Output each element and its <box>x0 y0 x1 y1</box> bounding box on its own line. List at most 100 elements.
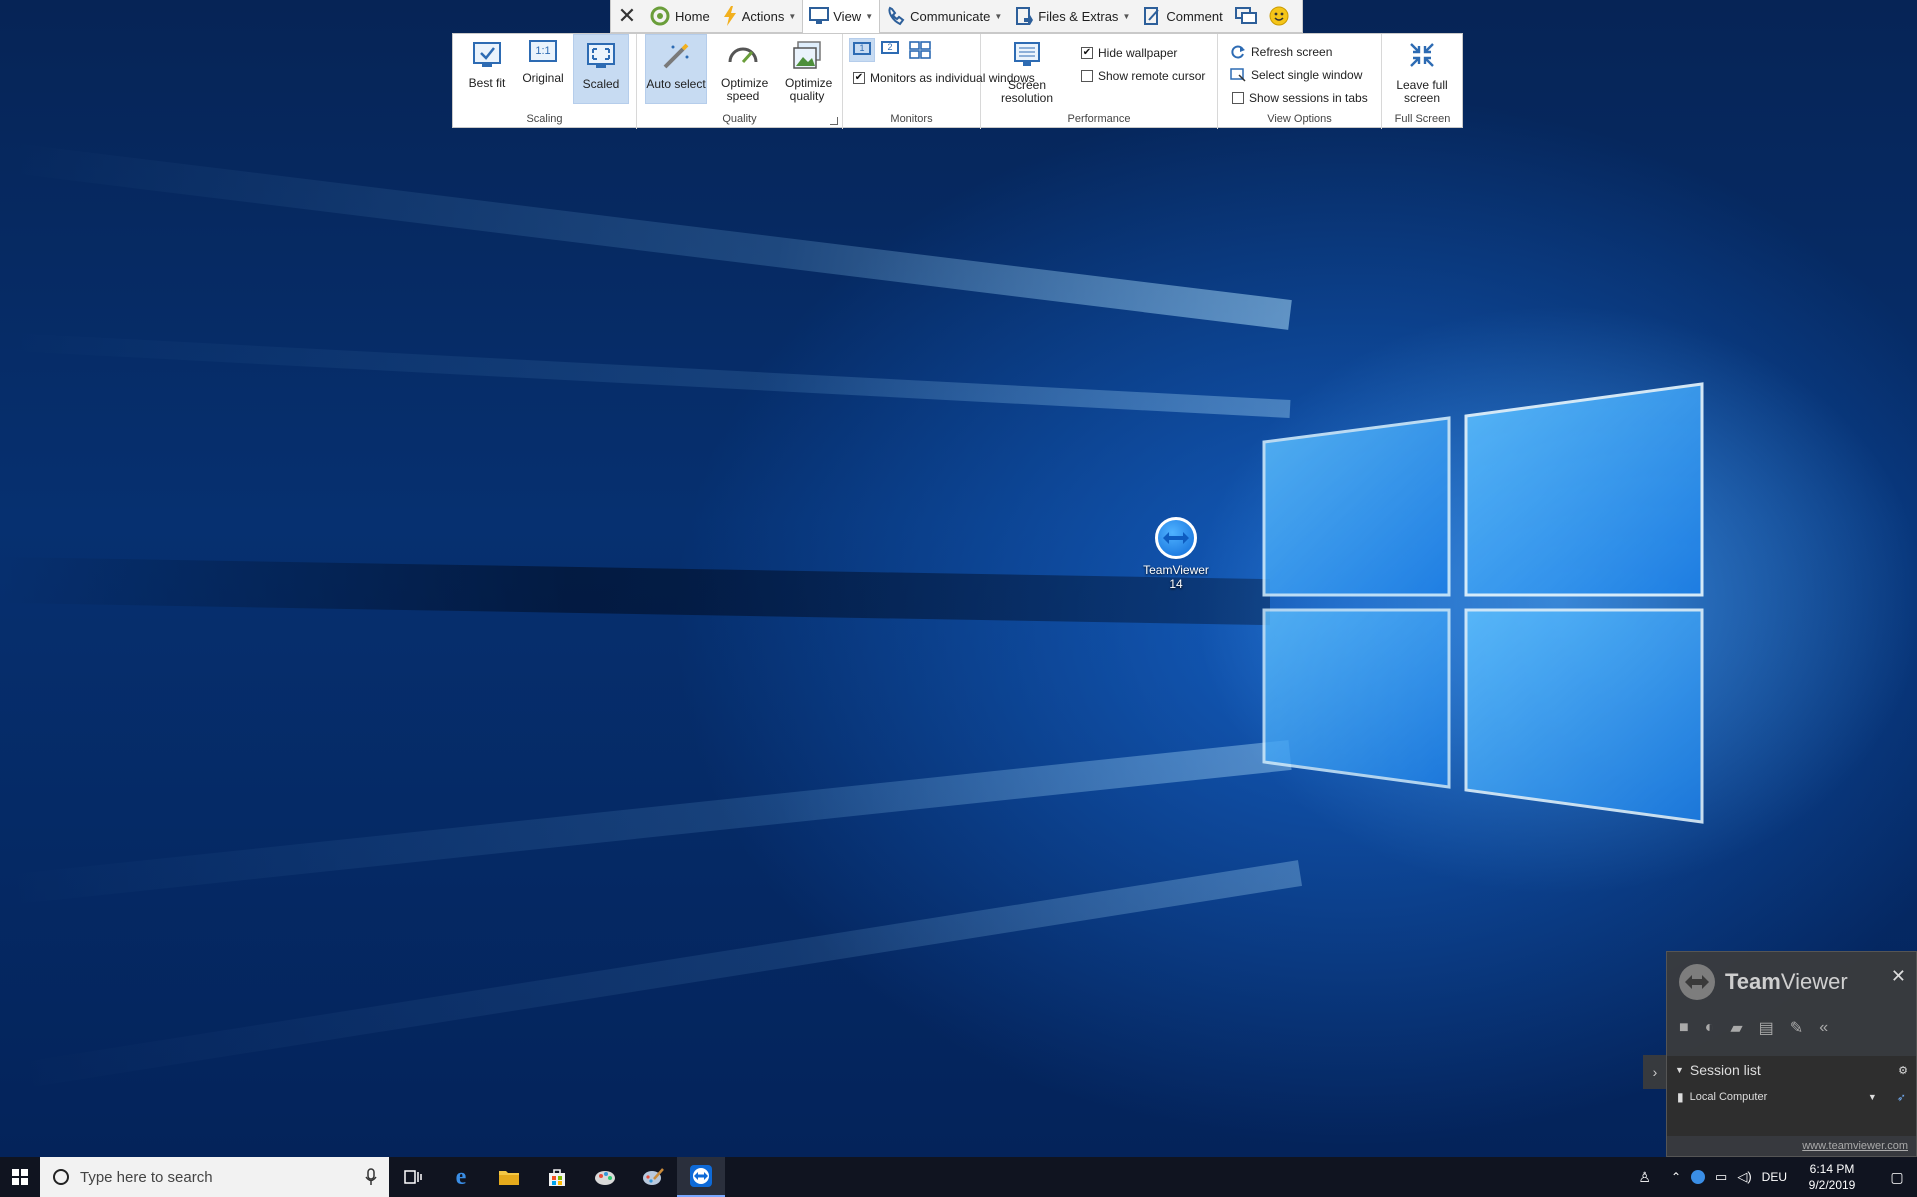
session-item-local-computer[interactable]: ▮ Local Computer ▼ ➶ <box>1667 1084 1916 1110</box>
chevron-down-icon[interactable]: ▼ <box>1868 1092 1877 1102</box>
panel-expand-handle[interactable]: › <box>1643 1055 1667 1089</box>
file-box-icon[interactable]: ▤ <box>1759 1018 1774 1038</box>
home-icon <box>650 6 670 26</box>
headset-icon[interactable]: ◐ <box>1705 1019 1715 1037</box>
microphone-icon[interactable] <box>365 1168 377 1186</box>
taskbar-store-button[interactable] <box>533 1157 581 1197</box>
taskbar-paint-button[interactable] <box>629 1157 677 1197</box>
clock-time: 6:14 PM <box>1809 1162 1855 1176</box>
tab-comment-label: Comment <box>1166 8 1223 24</box>
paint-palette-icon <box>643 1168 664 1185</box>
tab-communicate-label: Communicate <box>910 8 991 24</box>
light-beam <box>1 332 1291 418</box>
light-beam <box>13 860 1303 1090</box>
auto-select-label: Auto select <box>646 77 706 91</box>
session-list-header[interactable]: ▼ Session list ⚙ <box>1667 1056 1916 1084</box>
teamviewer-website-link[interactable]: www.teamviewer.com <box>1802 1140 1908 1152</box>
task-view-button[interactable] <box>389 1157 437 1197</box>
view-options-group: Refresh screen Select single window Show… <box>1218 34 1382 129</box>
select-single-window-button[interactable]: Select single window <box>1230 67 1362 83</box>
session-list-label: Session list <box>1689 1062 1761 1078</box>
people-icon[interactable]: ♙ <box>1638 1169 1651 1186</box>
checkbox-checked: ✔ <box>853 72 865 84</box>
optimize-quality-button[interactable]: Optimize quality <box>777 40 837 104</box>
teamviewer-logo-icon <box>1679 964 1715 1000</box>
monitor-icon <box>809 7 830 24</box>
taskbar-search-box[interactable]: Type here to search <box>40 1157 389 1197</box>
leave-full-screen-button[interactable]: Leave full screen <box>1388 40 1456 105</box>
original-button[interactable]: 1:1 Original <box>517 40 569 104</box>
feedback-button[interactable] <box>1263 0 1295 33</box>
input-language-indicator[interactable]: DEU <box>1762 1170 1787 1184</box>
speedometer-icon <box>728 47 758 64</box>
cursor-icon[interactable]: ➶ <box>1897 1091 1906 1104</box>
monitors-group-label: Monitors <box>890 113 933 125</box>
switch-sides-button[interactable] <box>1229 0 1263 33</box>
tab-files-extras[interactable]: Files & Extras ▼ <box>1008 0 1136 33</box>
teamviewer-icon <box>1155 517 1197 559</box>
show-sessions-in-tabs-label: Show sessions in tabs <box>1249 91 1368 105</box>
auto-select-button[interactable]: Auto select <box>645 34 707 104</box>
optimize-speed-button[interactable]: Optimize speed <box>713 40 773 104</box>
network-icon[interactable]: ▭ <box>1715 1169 1727 1185</box>
chevron-up-icon[interactable]: ⌃ <box>1671 1170 1681 1184</box>
monitor-2-button[interactable]: 2 <box>877 38 903 62</box>
all-monitors-button[interactable] <box>907 38 933 62</box>
collapse-left-icon[interactable]: « <box>1819 1019 1828 1037</box>
scaled-icon <box>587 43 615 68</box>
optimize-speed-label: Optimize speed <box>721 76 769 103</box>
monitor-2-icon: 2 <box>881 41 899 54</box>
windows-logo-wallpaper <box>1262 382 1704 824</box>
close-session-button[interactable]: ✕ <box>611 0 643 33</box>
comment-icon <box>1144 7 1160 25</box>
taskbar-teamviewer-button[interactable] <box>677 1157 725 1197</box>
video-icon[interactable]: ■ <box>1679 1019 1689 1037</box>
taskbar-file-explorer-button[interactable] <box>485 1157 533 1197</box>
desktop-icon-teamviewer[interactable]: TeamViewer 14 <box>1136 517 1216 591</box>
full-screen-group: Leave full screen Full Screen <box>1382 34 1463 129</box>
chevron-right-icon: › <box>1652 1064 1658 1080</box>
scaled-button[interactable]: Scaled <box>573 34 629 104</box>
light-beam <box>5 740 1292 905</box>
checkbox-unchecked <box>1232 92 1244 104</box>
select-single-window-label: Select single window <box>1251 68 1363 82</box>
desktop-icon-label: TeamViewer <box>1143 563 1209 577</box>
collapse-arrows-icon <box>1410 43 1434 67</box>
action-center-icon[interactable]: ▢ <box>1877 1169 1917 1186</box>
tab-view[interactable]: View ▼ <box>802 0 881 33</box>
show-sessions-in-tabs-checkbox[interactable]: Show sessions in tabs <box>1232 91 1368 105</box>
leave-full-screen-label: Leave full screen <box>1396 78 1448 105</box>
teamviewer-tray-icon[interactable] <box>1691 1170 1706 1184</box>
taskbar-paint3d-button[interactable] <box>581 1157 629 1197</box>
light-beam <box>7 142 1292 330</box>
volume-icon[interactable]: ◁) <box>1737 1169 1751 1185</box>
teamviewer-panel: TeamViewer ✕ ■ ◐ ▰ ▤ ✎ « ▼ Session list … <box>1666 951 1917 1157</box>
chevron-down-icon: ▼ <box>788 11 797 21</box>
tab-actions[interactable]: Actions ▼ <box>716 0 803 33</box>
taskbar-edge-button[interactable]: e <box>437 1157 485 1197</box>
tab-communicate[interactable]: Communicate ▼ <box>880 0 1008 33</box>
refresh-screen-button[interactable]: Refresh screen <box>1230 44 1332 60</box>
clock[interactable]: 6:14 PM 9/2/2019 <box>1797 1161 1867 1193</box>
session-list: ▼ Session list ⚙ ▮ Local Computer ▼ ➶ <box>1667 1056 1916 1136</box>
screen-switch-icon <box>1234 7 1257 24</box>
show-remote-cursor-checkbox[interactable]: Show remote cursor <box>1081 69 1205 83</box>
tab-home[interactable]: Home <box>643 0 716 33</box>
monitor-1-button[interactable]: 1 <box>849 38 875 62</box>
chat-icon[interactable]: ▰ <box>1730 1018 1742 1038</box>
hide-wallpaper-checkbox[interactable]: ✔ Hide wallpaper <box>1081 46 1177 60</box>
best-fit-button[interactable]: Best fit <box>461 40 513 104</box>
screen-resolution-button[interactable]: Screen resolution <box>989 40 1065 105</box>
taskbar: Type here to search e ♙ ⌃ ▭ ◁) DEU 6:14 … <box>0 1157 1917 1197</box>
monitors-group: 1 2 ✔ Monitors as individual windows Mon… <box>843 34 1035 129</box>
monitors-as-windows-checkbox[interactable]: ✔ Monitors as individual windows <box>853 72 1035 85</box>
teamviewer-taskbar-icon <box>690 1165 712 1187</box>
chevron-down-icon: ▼ <box>994 11 1003 21</box>
pen-icon[interactable]: ✎ <box>1790 1018 1803 1038</box>
gear-icon[interactable]: ⚙ <box>1898 1064 1908 1077</box>
close-icon[interactable]: ✕ <box>1891 966 1906 987</box>
title-rest: Viewer <box>1780 969 1848 994</box>
tab-comment[interactable]: Comment <box>1136 0 1228 33</box>
start-button[interactable] <box>0 1157 40 1197</box>
tab-actions-label: Actions <box>741 8 785 24</box>
